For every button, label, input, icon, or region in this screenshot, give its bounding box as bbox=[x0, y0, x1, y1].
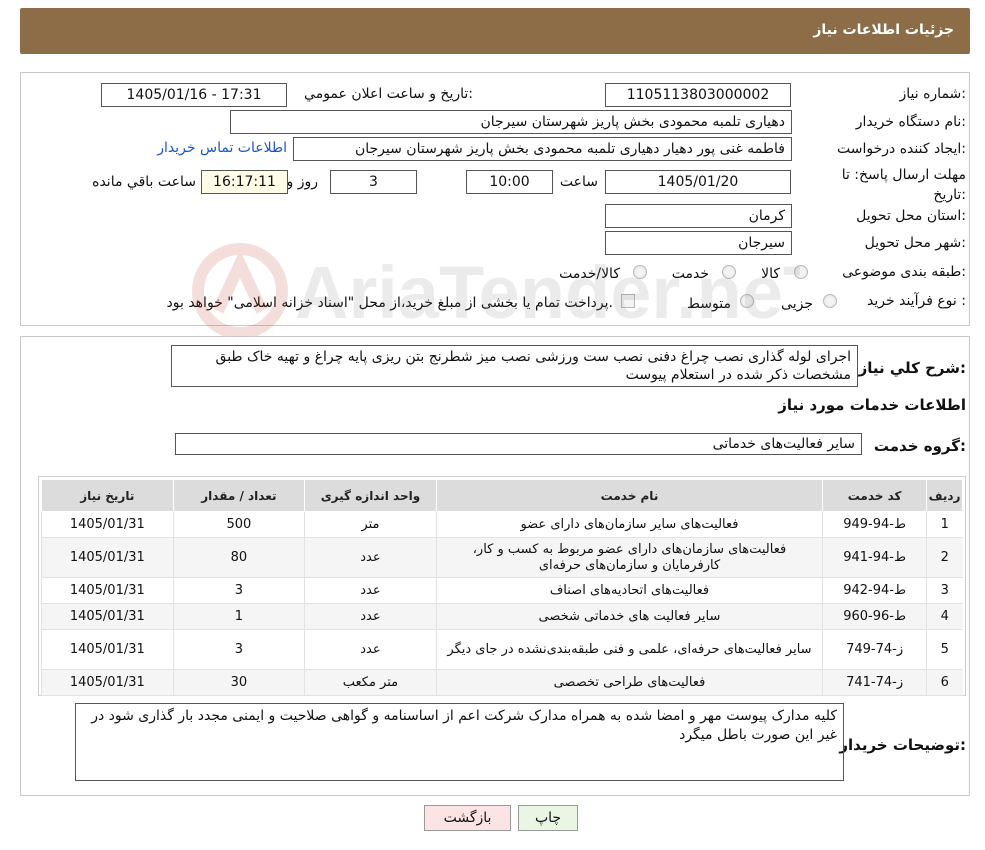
cell-name: فعالیت‌های طراحی تخصصی bbox=[435, 669, 823, 696]
table-row: 1 ط-94-949 فعالیت‌های سایر سازمان‌های دا… bbox=[41, 511, 963, 538]
cell-date: 1405/01/31 bbox=[41, 629, 174, 670]
deadline-time-field: 10:00 bbox=[466, 170, 553, 194]
col-need-date: تاريخ نياز bbox=[41, 479, 174, 512]
table-row: 4 ط-96-960 سایر فعالیت های خدماتی شخصی ع… bbox=[41, 603, 963, 630]
col-quantity: تعداد / مقدار bbox=[172, 479, 306, 512]
cell-qty: 3 bbox=[172, 577, 305, 604]
cell-qty: 500 bbox=[172, 511, 305, 538]
process-radio-medium[interactable] bbox=[740, 294, 754, 308]
buyer-org-label: نام دستگاه خريدار: bbox=[855, 114, 966, 130]
province-field: کرمان bbox=[605, 204, 792, 228]
buyer-notes-label: توضيحات خريدار: bbox=[839, 736, 966, 754]
cell-date: 1405/01/31 bbox=[41, 669, 174, 696]
print-button[interactable]: چاپ bbox=[518, 805, 578, 831]
col-service-code: کد خدمت bbox=[822, 479, 928, 512]
cell-code: ز-74-741 bbox=[822, 669, 927, 696]
cell-unit: متر مکعب bbox=[304, 669, 437, 696]
remaining-time-label: ساعت باقي مانده bbox=[92, 174, 196, 190]
cell-code: ط-94-941 bbox=[822, 537, 927, 578]
services-heading: اطلاعات خدمات مورد نیاز bbox=[778, 396, 966, 414]
page-title: جزئیات اطلاعات نیاز bbox=[813, 22, 954, 38]
cell-qty: 3 bbox=[172, 629, 305, 670]
table-row: 2 ط-94-941 فعالیت‌های سازمان‌های دارای ع… bbox=[41, 537, 963, 578]
creator-label: ايجاد کننده درخواست: bbox=[837, 141, 966, 157]
col-row-number: رديف bbox=[926, 479, 963, 512]
treasury-payment-note: پرداخت تمام یا بخشی از مبلغ خرید،از محل … bbox=[166, 295, 613, 311]
service-group-field: سایر فعالیت‌های خدماتی bbox=[175, 433, 862, 455]
cell-qty: 1 bbox=[172, 603, 305, 630]
need-number-label: شماره نیاز: bbox=[899, 86, 966, 102]
cell-qty: 80 bbox=[172, 537, 305, 578]
buyer-contact-link[interactable]: اطلاعات تماس خريدار bbox=[157, 140, 287, 156]
table-row: 5 ز-74-749 سایر فعالیت‌های حرفه‌ای، علمی… bbox=[41, 629, 963, 670]
deadline-label: مهلت ارسال پاسخ: تا تاريخ: bbox=[841, 167, 966, 203]
province-label: استان محل تحويل: bbox=[856, 208, 966, 224]
table-row: 6 ز-74-741 فعالیت‌های طراحی تخصصی متر مک… bbox=[41, 669, 963, 696]
announce-datetime-field: 1405/01/16 - 17:31 bbox=[101, 83, 287, 107]
process-option-minor: جزیی bbox=[781, 296, 813, 312]
col-unit: واحد اندازه گيری bbox=[304, 479, 437, 512]
buyer-notes-textarea[interactable]: کلیه مدارک پیوست مهر و امضا شده به همراه… bbox=[75, 703, 844, 781]
description-label: شرح کلي نياز: bbox=[858, 359, 966, 377]
cell-unit: عدد bbox=[304, 629, 437, 670]
buyer-org-field: دهیاری تلمبه محمودی بخش پاریز شهرستان سی… bbox=[230, 110, 792, 134]
cell-code: ز-74-749 bbox=[822, 629, 927, 670]
cell-unit: عدد bbox=[304, 537, 437, 578]
days-remaining-field: 3 bbox=[330, 170, 417, 194]
category-option-goods-service: کالا/خدمت bbox=[559, 266, 620, 282]
cell-unit: عدد bbox=[304, 577, 437, 604]
cell-date: 1405/01/31 bbox=[41, 577, 174, 604]
cell-row: 2 bbox=[926, 537, 963, 578]
cell-unit: متر bbox=[304, 511, 437, 538]
cell-code: ط-96-960 bbox=[822, 603, 927, 630]
table-row: 3 ط-94-942 فعالیت‌های اتحادیه‌های اصناف … bbox=[41, 577, 963, 604]
remaining-time-field: 16:17:11 bbox=[201, 170, 288, 194]
cell-row: 6 bbox=[926, 669, 963, 696]
services-table: رديف کد خدمت نام خدمت واحد اندازه گيری ت… bbox=[41, 479, 963, 696]
cell-date: 1405/01/31 bbox=[41, 603, 174, 630]
category-label: طبقه بندی موضوعی: bbox=[842, 264, 966, 280]
category-radio-service[interactable] bbox=[722, 265, 736, 279]
creator-field: فاطمه غنی پور دهیار دهیاری تلمبه محمودی … bbox=[293, 137, 792, 161]
category-radio-goods-service[interactable] bbox=[633, 265, 647, 279]
cell-row: 5 bbox=[926, 629, 963, 670]
table-header-row: رديف کد خدمت نام خدمت واحد اندازه گيری ت… bbox=[41, 479, 963, 512]
cell-row: 3 bbox=[926, 577, 963, 604]
description-textarea[interactable]: اجرای لوله گذاری نصب چراغ دفنی نصب ست ور… bbox=[171, 345, 858, 387]
cell-code: ط-94-949 bbox=[822, 511, 927, 538]
cell-name: سایر فعالیت های خدماتی شخصی bbox=[435, 603, 823, 630]
days-label: روز و bbox=[286, 174, 319, 190]
back-button[interactable]: بازگشت bbox=[424, 805, 511, 831]
cell-row: 1 bbox=[926, 511, 963, 538]
col-service-name: نام خدمت bbox=[435, 479, 824, 512]
deadline-date-field: 1405/01/20 bbox=[605, 170, 791, 194]
cell-code: ط-94-942 bbox=[822, 577, 927, 604]
cell-date: 1405/01/31 bbox=[41, 511, 174, 538]
cell-name: سایر فعالیت‌های حرفه‌ای، علمی و فنی طبقه… bbox=[435, 629, 823, 670]
page-title-bar: جزئیات اطلاعات نیاز bbox=[20, 8, 970, 54]
city-label: شهر محل تحويل: bbox=[864, 235, 966, 251]
deadline-time-label: ساعت bbox=[559, 174, 598, 190]
cell-name: فعالیت‌های سایر سازمان‌های دارای عضو bbox=[435, 511, 823, 538]
announce-label: تاریخ و ساعت اعلان عمومي: bbox=[304, 86, 473, 102]
category-option-goods: کالا bbox=[761, 266, 780, 282]
services-table-wrapper: رديف کد خدمت نام خدمت واحد اندازه گيری ت… bbox=[38, 476, 966, 696]
cell-name: فعالیت‌های اتحادیه‌های اصناف bbox=[435, 577, 823, 604]
city-field: سیرجان bbox=[605, 231, 792, 255]
cell-unit: عدد bbox=[304, 603, 437, 630]
process-type-label: نوع فرآيند خريد : bbox=[867, 293, 966, 309]
service-group-label: گروه خدمت: bbox=[873, 437, 966, 455]
cell-name: فعالیت‌های سازمان‌های دارای عضو مربوط به… bbox=[435, 537, 823, 578]
need-number-field: 1105113803000002 bbox=[605, 83, 791, 107]
cell-date: 1405/01/31 bbox=[41, 537, 174, 578]
process-option-medium: متوسط bbox=[687, 296, 731, 312]
treasury-checkbox[interactable] bbox=[621, 294, 635, 308]
category-radio-goods[interactable] bbox=[794, 265, 808, 279]
cell-qty: 30 bbox=[172, 669, 305, 696]
process-radio-minor[interactable] bbox=[823, 294, 837, 308]
category-option-service: خدمت bbox=[671, 266, 709, 282]
cell-row: 4 bbox=[926, 603, 963, 630]
